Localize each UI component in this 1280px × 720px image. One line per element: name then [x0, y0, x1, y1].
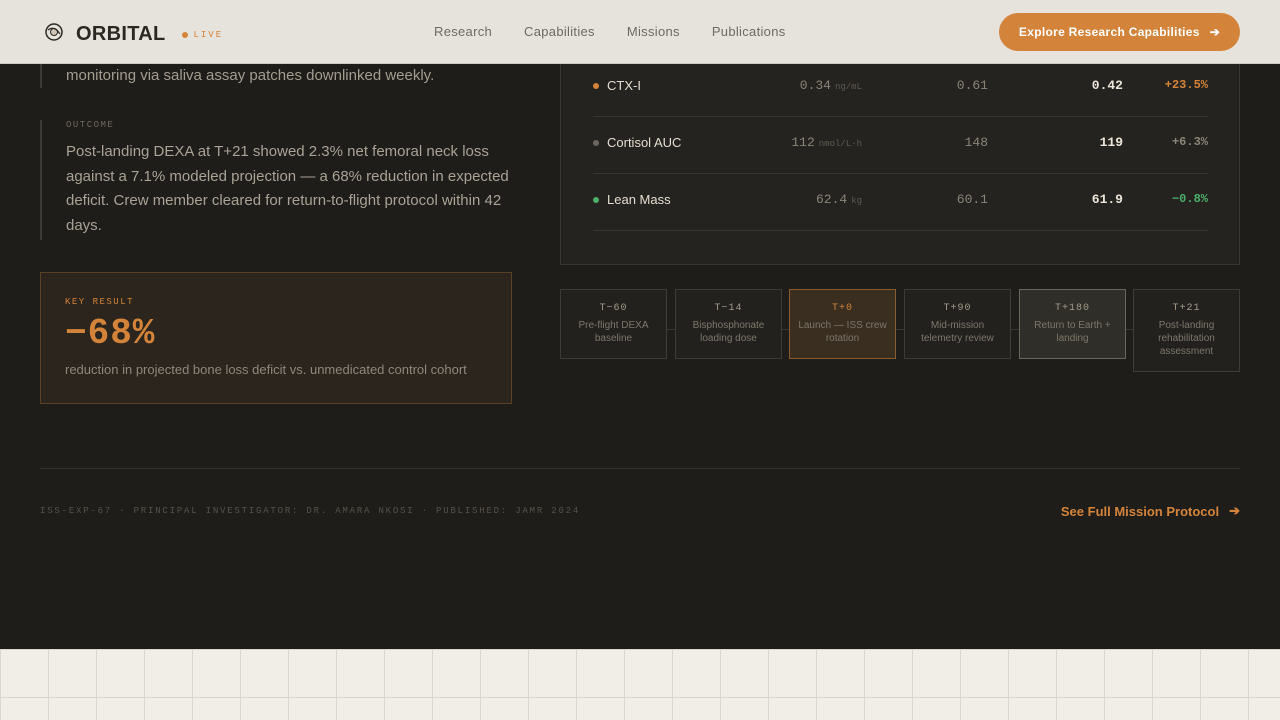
in-flight-value: 0.61 — [956, 78, 988, 93]
post-flight-value: 61.9 — [1091, 192, 1123, 207]
marker-cell: CTX-I — [593, 78, 641, 93]
study-metadata: ISS-EXP-67 · PRINCIPAL INVESTIGATOR: DR.… — [40, 506, 581, 516]
key-result-description: reduction in projected bone loss deficit… — [65, 362, 467, 377]
nav-link-missions[interactable]: Missions — [627, 24, 680, 39]
key-result-card: KEY RESULT −68% reduction in projected b… — [40, 272, 512, 404]
unit-label: kg — [851, 196, 862, 206]
pre-value: 62.4 — [815, 192, 848, 207]
monitoring-note: monitoring via saliva assay patches down… — [40, 60, 520, 88]
delta-value: +6.3% — [1171, 135, 1208, 149]
in-flight-value: 148 — [964, 135, 988, 150]
step-time: T+0 — [831, 303, 853, 314]
outcome-text: Post-landing DEXA at T+21 showed 2.3% ne… — [66, 143, 509, 234]
pre-flight-value: 112 nmol/L·h — [791, 135, 862, 150]
step-label: Post-landing rehabilitation assessment — [1158, 320, 1215, 357]
delta-value: −0.8% — [1171, 192, 1208, 206]
nav-link-capabilities[interactable]: Capabilities — [524, 24, 595, 39]
status-dot-icon — [593, 82, 599, 89]
outcome-label: OUTCOME — [66, 120, 115, 130]
unit-label: ng/mL — [834, 82, 862, 92]
timeline-step-active[interactable]: T+0 Launch — ISS crew rotation — [789, 289, 896, 359]
footer-divider — [40, 468, 1240, 469]
pre-flight-value: 62.4 kg — [816, 192, 862, 207]
nav-link-research[interactable]: Research — [434, 24, 492, 39]
step-label: Return to Earth + landing — [1034, 320, 1111, 344]
post-flight-value: 0.42 — [1091, 78, 1123, 93]
status-dot-icon — [593, 139, 599, 146]
nav-link-publications[interactable]: Publications — [712, 24, 786, 39]
marker-name: Lean Mass — [607, 192, 671, 207]
delta-value: +23.5% — [1164, 78, 1208, 92]
pre-value: 112 — [791, 135, 815, 150]
step-time: T−14 — [714, 303, 743, 314]
next-section-grid-background — [0, 649, 1280, 720]
timeline-step-highlighted[interactable]: T+180 Return to Earth + landing — [1019, 289, 1126, 359]
step-label: Launch — ISS crew rotation — [798, 320, 887, 344]
live-indicator: LIVE — [181, 29, 224, 40]
step-time: T−60 — [599, 303, 628, 314]
see-full-protocol-link[interactable]: See Full Mission Protocol ➔ — [1061, 503, 1240, 519]
timeline-step[interactable]: T−14 Bisphosphonate loading dose — [675, 289, 782, 359]
unit-label: nmol/L·h — [818, 139, 862, 149]
cta-label: Explore Research Capabilities — [1018, 25, 1200, 39]
step-label: Pre-flight DEXA baseline — [578, 320, 649, 344]
status-dot-icon — [593, 196, 599, 203]
top-navbar: ORBITAL LIVE Research Capabilities Missi… — [0, 0, 1280, 64]
in-flight-value: 60.1 — [956, 192, 988, 207]
marker-cell: Cortisol AUC — [593, 135, 681, 150]
marker-cell: Lean Mass — [593, 192, 671, 207]
arrow-right-icon: ➔ — [1209, 25, 1221, 39]
orbit-logo-icon — [44, 22, 64, 47]
pre-value: 0.34 — [799, 78, 831, 93]
arrow-right-icon: ➔ — [1229, 503, 1240, 518]
step-label: Mid-mission telemetry review — [921, 320, 994, 344]
protocol-link-label: See Full Mission Protocol — [1060, 503, 1220, 519]
step-time: T+21 — [1172, 303, 1201, 314]
nav-links: Research Capabilities Missions Publicati… — [418, 24, 802, 39]
brand-name: ORBITAL — [76, 23, 166, 45]
step-label: Bisphosphonate loading dose — [692, 320, 765, 344]
pre-flight-value: 0.34 ng/mL — [800, 78, 862, 93]
step-time: T+90 — [943, 303, 972, 314]
marker-name: CTX-I — [607, 78, 641, 93]
table-row: Cortisol AUC 112 nmol/L·h 148 119 +6.3% — [593, 117, 1208, 174]
mission-timeline: T−60 Pre-flight DEXA baseline T−14 Bisph… — [560, 289, 1240, 379]
key-result-label: KEY RESULT — [65, 297, 135, 307]
step-time: T+180 — [1054, 303, 1090, 314]
timeline-step[interactable]: T−60 Pre-flight DEXA baseline — [560, 289, 667, 359]
monitoring-text: monitoring via saliva assay patches down… — [66, 67, 435, 84]
timeline-step[interactable]: T+21 Post-landing rehabilitation assessm… — [1133, 289, 1240, 372]
timeline-step[interactable]: T+90 Mid-mission telemetry review — [904, 289, 1011, 359]
biomarker-table: CTX-I 0.34 ng/mL 0.61 0.42 +23.5% Cortiso… — [560, 64, 1240, 265]
table-row: Lean Mass 62.4 kg 60.1 61.9 −0.8% — [593, 174, 1208, 231]
marker-name: Cortisol AUC — [607, 135, 682, 150]
explore-capabilities-button[interactable]: Explore Research Capabilities ➔ — [999, 13, 1240, 51]
key-result-value: −68% — [65, 313, 156, 354]
brand-logo[interactable]: ORBITAL LIVE — [44, 22, 223, 47]
outcome-block: OUTCOME Post-landing DEXA at T+21 showed… — [40, 120, 520, 240]
table-row: CTX-I 0.34 ng/mL 0.61 0.42 +23.5% — [593, 60, 1208, 117]
live-dot-icon — [181, 31, 188, 38]
post-flight-value: 119 — [1099, 135, 1123, 150]
live-label: LIVE — [193, 29, 224, 40]
